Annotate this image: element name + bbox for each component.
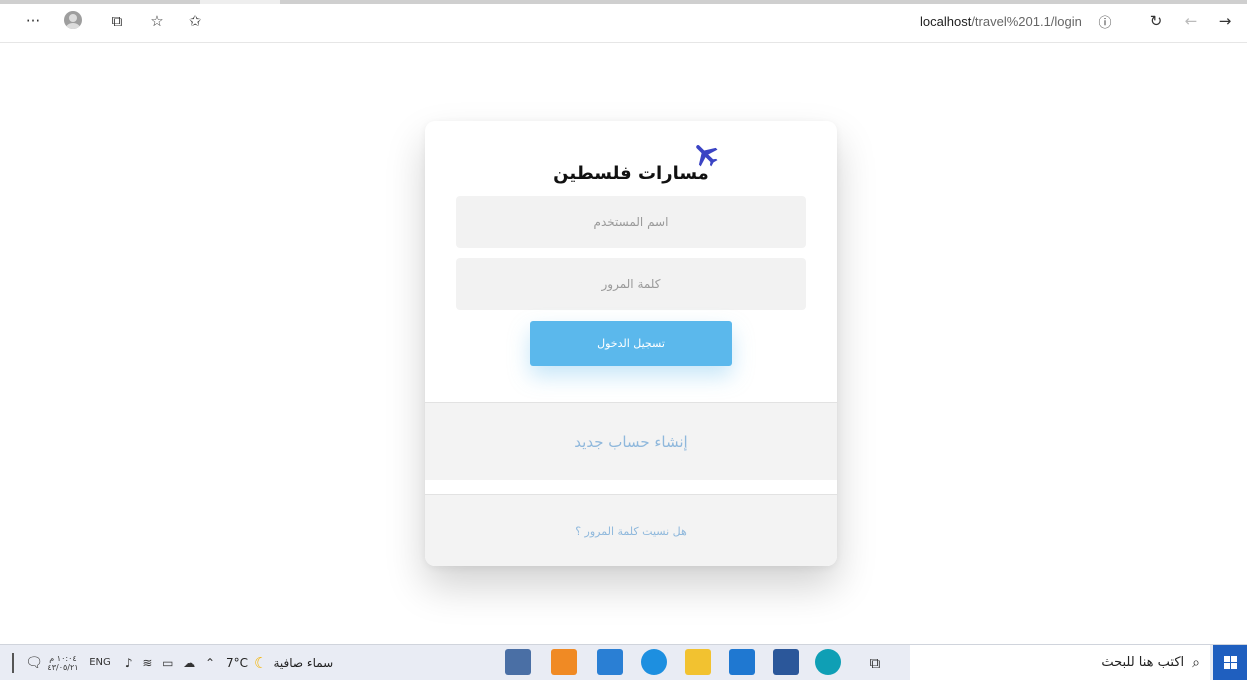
file-explorer-icon[interactable] [685, 649, 711, 675]
address-bar[interactable]: localhost/travel%201.1/login [920, 14, 1082, 29]
taskbar-edge [12, 653, 14, 673]
file-app-icon[interactable] [505, 649, 531, 675]
weather-widget[interactable]: 7°C ☾ سماء صافية [226, 645, 406, 680]
language-label: ENG [89, 657, 111, 668]
info-icon[interactable]: ⓘ [1094, 10, 1116, 32]
active-tab[interactable] [200, 0, 280, 4]
tab-strip [0, 0, 1247, 4]
menu-dots-label: ··· [25, 12, 41, 30]
start-button[interactable] [1213, 645, 1247, 680]
search-placeholder: اكتب هنا للبحث [1101, 655, 1185, 670]
search-icon: ⌕ [1192, 654, 1200, 671]
battery-icon[interactable]: ▭ [162, 656, 173, 670]
store-icon[interactable] [773, 649, 799, 675]
brand-title: مسارات فلسطين [553, 163, 709, 184]
language-indicator[interactable]: ENG [78, 645, 122, 680]
forward-arrow-icon[interactable]: → [1214, 10, 1236, 32]
cloud-icon[interactable]: ☁ [183, 656, 195, 670]
taskbar-search[interactable]: اكتب هنا للبحث ⌕ [910, 645, 1210, 680]
clock-time: ١٠:٠٤ م [49, 653, 77, 663]
back-arrow-icon[interactable]: ← [1180, 10, 1202, 32]
network-icon[interactable]: ≋ [142, 656, 152, 670]
windows-taskbar: 🗨 ١٠:٠٤ م ٤٣/٠٥/٢١ ENG ♪ ≋ ▭ ☁ ⌃ 7°C ☾ س… [0, 644, 1247, 680]
add-favorite-icon[interactable]: ✩ [184, 10, 206, 32]
browser-toolbar: ··· ⧉ ☆ ✩ localhost/travel%201.1/login ⓘ… [0, 0, 1247, 43]
teamviewer-icon[interactable] [641, 649, 667, 675]
clock-date: ٤٣/٠٥/٢١ [47, 662, 79, 672]
notification-icon[interactable]: 🗨 [24, 645, 44, 680]
username-input[interactable] [456, 196, 806, 248]
task-view-icon[interactable]: ⧉ [862, 645, 888, 680]
collections-icon[interactable]: ⧉ [106, 10, 128, 32]
weather-temp: 7°C [226, 655, 249, 670]
windows-logo-icon [1223, 656, 1237, 669]
edge-browser-icon[interactable] [815, 649, 841, 675]
profile-avatar[interactable] [64, 11, 82, 29]
browser-menu-button[interactable]: ··· [22, 10, 44, 32]
xampp-icon[interactable] [551, 649, 577, 675]
volume-icon[interactable]: ♪ [125, 656, 133, 670]
login-button[interactable]: تسجيل الدخول [530, 321, 732, 366]
clock[interactable]: ١٠:٠٤ م ٤٣/٠٥/٢١ [46, 645, 80, 680]
weather-text: سماء صافية [273, 655, 334, 670]
favorites-list-icon[interactable]: ☆ [146, 10, 168, 32]
create-account-link[interactable]: إنشاء حساب جديد [425, 402, 837, 480]
photos-icon[interactable] [597, 649, 623, 675]
moon-icon: ☾ [254, 653, 268, 672]
mail-icon[interactable] [729, 649, 755, 675]
system-tray[interactable]: ♪ ≋ ▭ ☁ ⌃ [120, 645, 220, 680]
url-path: /travel%201.1/login [971, 14, 1082, 29]
url-host: localhost [920, 14, 972, 29]
forgot-password-link[interactable]: هل نسيت كلمة المرور ؟ [425, 494, 837, 566]
refresh-icon[interactable]: ↻ [1145, 10, 1167, 32]
password-input[interactable] [456, 258, 806, 310]
login-card: مسارات فلسطين تسجيل الدخول إنشاء حساب جد… [425, 121, 837, 566]
show-hidden-icons-icon[interactable]: ⌃ [205, 656, 215, 670]
